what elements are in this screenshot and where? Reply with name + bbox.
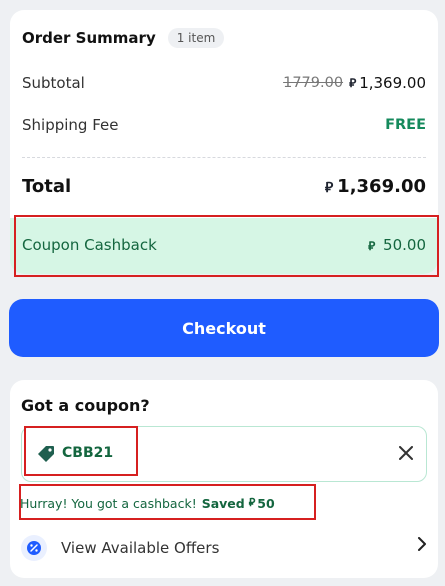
view-available-offers[interactable]: View Available Offers — [21, 534, 427, 562]
riyal-icon: ⃁ — [324, 179, 334, 196]
shipping-fee-label: Shipping Fee — [22, 116, 119, 134]
checkout-button[interactable]: Checkout — [9, 299, 439, 357]
cashback-highlight-box — [14, 215, 439, 277]
summary-divider — [22, 157, 426, 158]
item-count-badge: 1 item — [167, 28, 225, 48]
subtotal-original-price: 1779.00 — [283, 75, 344, 91]
view-offers-label: View Available Offers — [61, 539, 220, 557]
offer-percent-icon — [21, 535, 47, 561]
subtotal-label: Subtotal — [22, 74, 85, 92]
close-icon — [399, 446, 413, 460]
riyal-icon: ⃁ — [349, 75, 357, 90]
success-message-highlight-box — [19, 484, 316, 520]
subtotal-value: 1,369.00 — [359, 74, 426, 92]
coupon-code-highlight-box — [24, 426, 138, 476]
coupon-card: Got a coupon? CBB21 View Available Offer… — [10, 380, 438, 578]
total-label: Total — [22, 176, 72, 197]
clear-coupon-button[interactable] — [396, 443, 416, 463]
chevron-right-icon — [417, 536, 427, 555]
total-value: 1,369.00 — [337, 176, 426, 197]
coupon-title: Got a coupon? — [21, 396, 150, 415]
shipping-fee-value: FREE — [385, 117, 426, 133]
order-summary-title: Order Summary — [22, 29, 156, 47]
